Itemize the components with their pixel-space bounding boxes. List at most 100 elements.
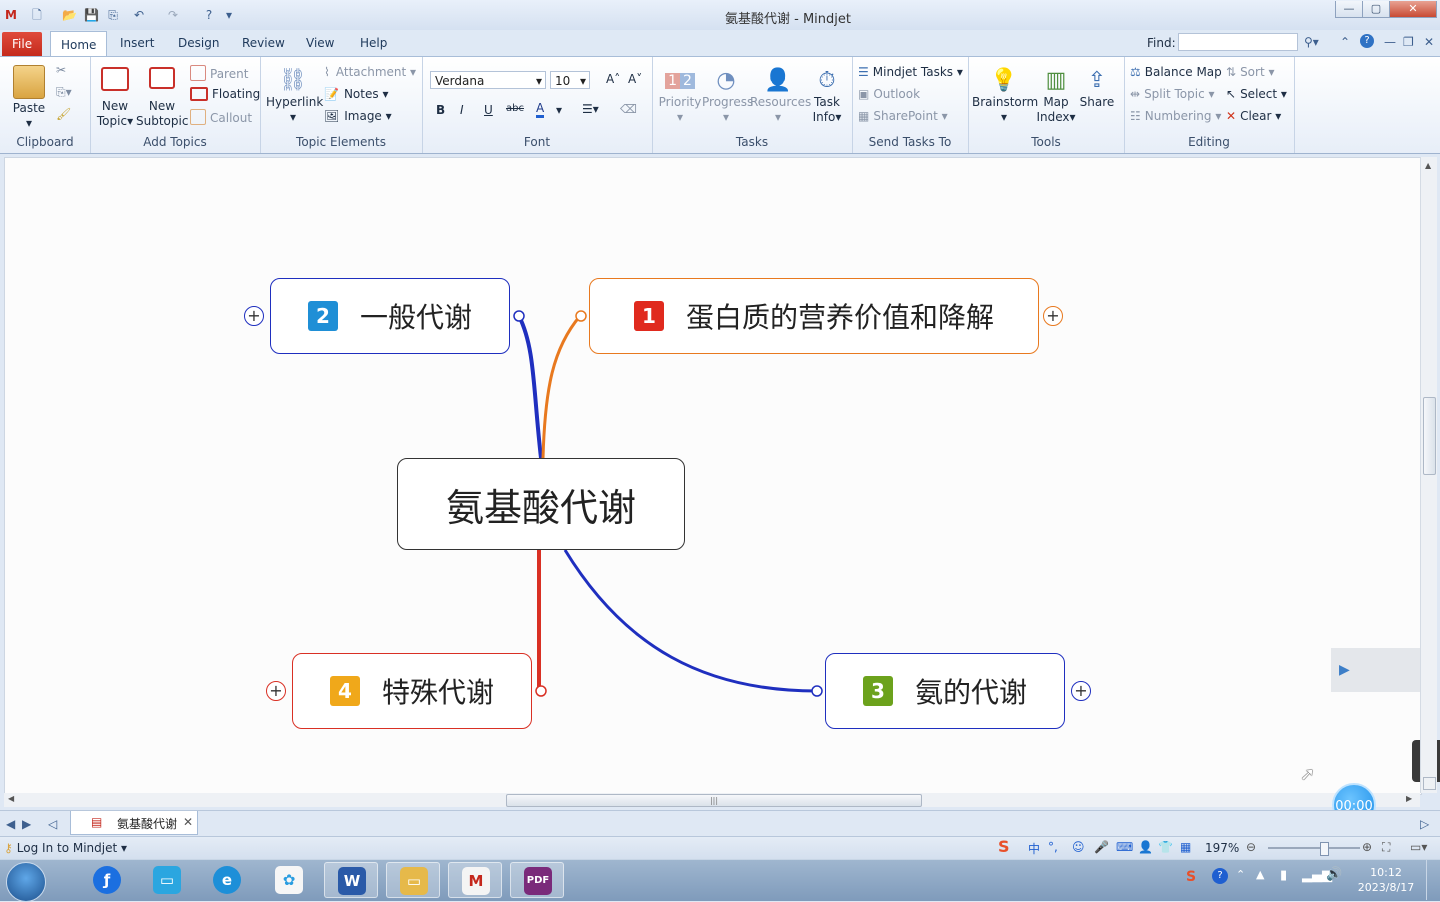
tab-design[interactable]: Design xyxy=(168,30,229,56)
sogou-ime-icon[interactable]: S xyxy=(998,837,1010,856)
fit-map-icon[interactable]: ⛶ xyxy=(1382,840,1390,855)
bold-icon[interactable]: B xyxy=(436,103,445,117)
vertical-scrollbar[interactable]: ▲ xyxy=(1420,157,1437,793)
ime-user-icon[interactable]: 👤 xyxy=(1138,840,1153,854)
italic-icon[interactable]: I xyxy=(460,103,464,117)
show-desktop-button[interactable] xyxy=(1426,860,1440,900)
expand-topic-2-icon[interactable]: + xyxy=(244,306,264,326)
tab-review[interactable]: Review xyxy=(232,30,295,56)
notes-button[interactable]: 📝 Notes ▾ xyxy=(324,87,388,101)
ime-mic-icon[interactable]: 🎤 xyxy=(1094,840,1109,854)
copy-icon[interactable]: ⎘▾ xyxy=(56,85,72,100)
expand-topic-3-icon[interactable]: + xyxy=(1071,681,1091,701)
side-panel-toggle[interactable]: ▶ xyxy=(1331,648,1421,692)
help-circle-icon[interactable]: ? xyxy=(1360,34,1374,48)
font-size-select[interactable]: 10 ▾ xyxy=(550,71,590,89)
document-tab[interactable]: ▤ 氨基酸代谢 ✕ xyxy=(70,811,198,835)
ime-mode-label[interactable]: 中 xyxy=(1028,840,1040,857)
image-button[interactable]: 🖼 Image ▾ xyxy=(324,109,392,123)
collapse-ribbon-icon[interactable]: ⌃ xyxy=(1340,35,1350,49)
floating-button[interactable]: Floating xyxy=(190,87,260,101)
taskbar-word[interactable]: W xyxy=(324,862,378,898)
scroll-up-icon[interactable]: ▲ xyxy=(1425,161,1431,170)
sharepoint-button[interactable]: ▦ SharePoint ▾ xyxy=(858,109,948,123)
cut-icon[interactable]: ✂ xyxy=(56,63,66,77)
taskbar-flash[interactable]: ƒ xyxy=(80,862,134,898)
ime-skin-icon[interactable]: 👕 xyxy=(1158,840,1173,854)
paste-button[interactable]: Paste ▾ xyxy=(8,65,50,131)
taskbar-flower-app[interactable]: ✿ xyxy=(262,862,316,898)
map-canvas[interactable]: 氨基酸代谢 2 一般代谢 + 1 蛋白质的营养价值和降解 + 4 特殊代谢 + … xyxy=(4,157,1422,795)
clock[interactable]: 10:12 2023/8/17 xyxy=(1356,865,1416,895)
topic-3[interactable]: 3 氨的代谢 xyxy=(825,653,1065,729)
taskbar-bilibili[interactable]: ▭ xyxy=(140,862,194,898)
attachment-button[interactable]: ⌇ Attachment ▾ xyxy=(324,65,416,79)
back-arrow-icon[interactable]: ◀ xyxy=(6,817,15,831)
format-painter-icon[interactable]: 🖌 xyxy=(56,107,71,121)
zoom-slider[interactable] xyxy=(1268,847,1360,849)
tab-home[interactable]: Home xyxy=(50,31,108,57)
numbering-button[interactable]: ☷ Numbering ▾ xyxy=(1130,109,1221,123)
tab-help[interactable]: Help xyxy=(350,30,397,56)
login-button[interactable]: ⚷ Log In to Mindjet ▾ xyxy=(4,841,127,855)
view-options-icon[interactable]: ▭▾ xyxy=(1410,840,1427,854)
clear-format-icon[interactable]: ⌫ xyxy=(620,102,637,116)
topic-1[interactable]: 1 蛋白质的营养价值和降解 xyxy=(589,278,1039,354)
vertical-scroll-thumb[interactable] xyxy=(1423,397,1436,475)
expand-topic-4-icon[interactable]: + xyxy=(266,681,286,701)
task-info-button[interactable]: ⏱ Task Info▾ xyxy=(804,67,850,125)
taskbar-pdf[interactable]: PDF xyxy=(510,862,564,898)
doc-close-icon[interactable]: ✕ xyxy=(1424,35,1434,49)
taskbar-edge[interactable]: e xyxy=(200,862,254,898)
tabs-scroll-right-icon[interactable]: ▷ xyxy=(1420,817,1429,831)
horizontal-scroll-thumb[interactable]: ||| xyxy=(506,794,922,807)
volume-icon[interactable]: 🔊 xyxy=(1326,867,1342,882)
battery-icon[interactable]: ▮ xyxy=(1280,868,1287,883)
strikethrough-icon[interactable]: abc xyxy=(506,103,524,114)
taskbar-explorer[interactable]: ▭ xyxy=(386,862,440,898)
callout-button[interactable]: Callout xyxy=(190,109,252,125)
shrink-font-icon[interactable]: A˅ xyxy=(628,72,642,86)
clear-button[interactable]: ✕ Clear ▾ xyxy=(1226,109,1281,123)
balance-map-button[interactable]: ⚖ Balance Map xyxy=(1130,65,1222,79)
font-color-icon[interactable]: A xyxy=(536,101,545,118)
tab-file[interactable]: File xyxy=(2,32,43,56)
horizontal-scrollbar[interactable]: ◀ ||| ▶ xyxy=(4,793,1420,807)
binoculars-icon[interactable]: ⚲▾ xyxy=(1304,35,1319,49)
resources-button[interactable]: 👤 Resources ▾ xyxy=(750,67,811,125)
forward-arrow-icon[interactable]: ▶ xyxy=(22,817,31,831)
scroll-left-icon[interactable]: ◀ xyxy=(8,794,14,803)
grow-font-icon[interactable]: A˄ xyxy=(606,72,620,86)
tab-insert[interactable]: Insert xyxy=(110,30,164,56)
new-subtopic-button[interactable]: New Subtopic xyxy=(136,67,188,129)
tab-view[interactable]: View xyxy=(296,30,344,56)
align-icon[interactable]: ☰▾ xyxy=(582,102,599,116)
tray-help-icon[interactable]: ? xyxy=(1212,868,1228,884)
brainstorm-button[interactable]: 💡 Brainstorm ▾ xyxy=(972,67,1038,125)
tray-sogou-icon[interactable]: S xyxy=(1186,869,1196,885)
zoom-in-icon[interactable]: ⊕ xyxy=(1362,840,1372,854)
map-index-button[interactable]: ▥ Map Index▾ xyxy=(1036,67,1076,125)
minimize-button[interactable]: — xyxy=(1335,1,1363,18)
tray-up-icon[interactable]: ▲ xyxy=(1256,868,1264,881)
close-tab-icon[interactable]: ✕ xyxy=(183,815,193,829)
tray-expand-icon[interactable]: ⌃ xyxy=(1236,868,1245,881)
sort-button[interactable]: ⇅ Sort ▾ xyxy=(1226,65,1275,79)
find-input[interactable] xyxy=(1178,33,1298,51)
start-button-icon[interactable] xyxy=(6,862,46,902)
priority-button[interactable]: 12 Priority ▾ xyxy=(656,67,704,125)
ime-emoji-icon[interactable]: ☺ xyxy=(1072,840,1085,854)
new-topic-button[interactable]: New Topic▾ xyxy=(94,67,136,129)
taskbar-mindjet[interactable]: M xyxy=(448,862,502,898)
topic-2[interactable]: 2 一般代谢 xyxy=(270,278,510,354)
maximize-button[interactable]: ▢ xyxy=(1362,1,1390,18)
mindjet-tasks-button[interactable]: ☰ Mindjet Tasks ▾ xyxy=(858,65,963,79)
split-topic-button[interactable]: ⇹ Split Topic ▾ xyxy=(1130,87,1215,101)
font-family-select[interactable]: Verdana ▾ xyxy=(430,71,546,89)
zoom-slider-thumb[interactable] xyxy=(1320,842,1329,856)
zoom-out-icon[interactable]: ⊖ xyxy=(1246,840,1256,854)
select-button[interactable]: ↖ Select ▾ xyxy=(1226,87,1287,101)
ime-keyboard-icon[interactable]: ⌨ xyxy=(1116,840,1133,854)
progress-button[interactable]: ◔ Progress ▾ xyxy=(702,67,753,125)
expand-topic-1-icon[interactable]: + xyxy=(1043,306,1063,326)
